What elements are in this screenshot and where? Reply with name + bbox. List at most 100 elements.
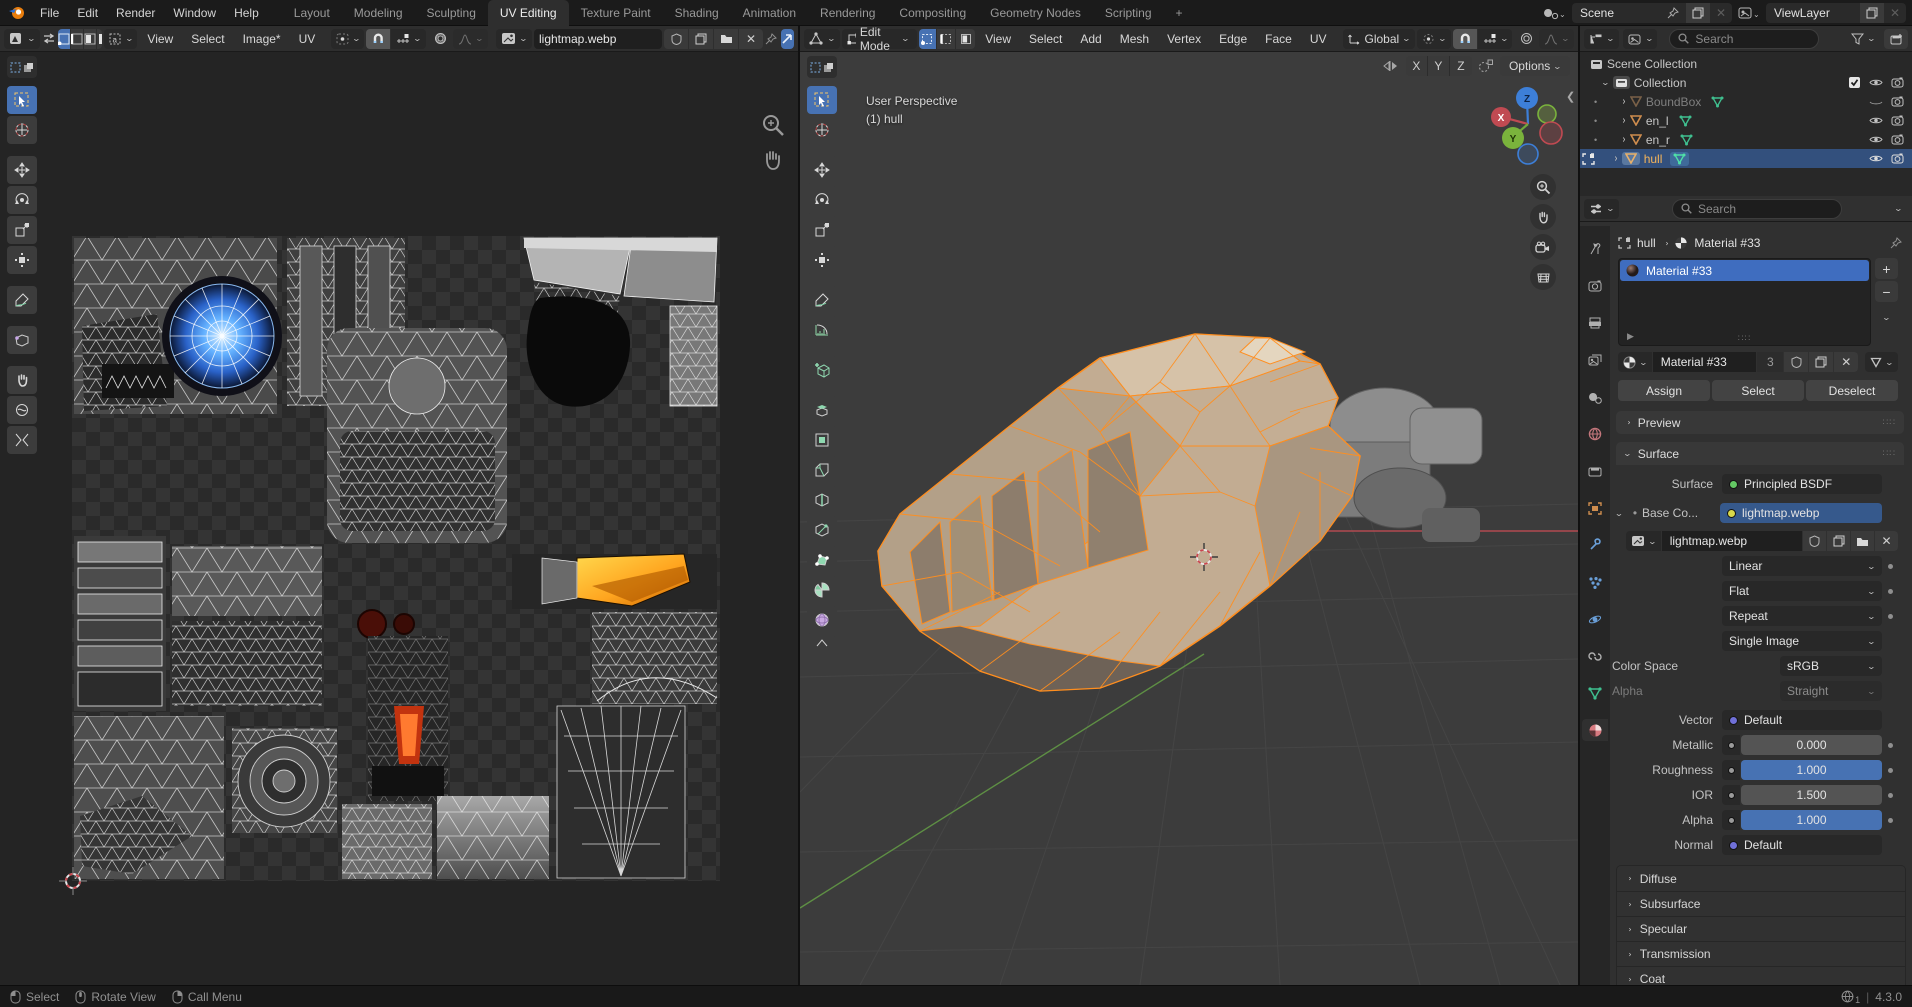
browse-material-dropdown[interactable]: ⌄ (1618, 352, 1652, 372)
properties-editor-type-dropdown[interactable]: ⌄ (1584, 199, 1619, 219)
source-dropdown[interactable]: Single Image⌄ (1722, 631, 1882, 651)
properties-pin-icon[interactable] (1890, 237, 1902, 249)
uv-menu-image[interactable]: Image* (235, 27, 289, 51)
uv-pivot-dropdown[interactable]: ⌄ (331, 29, 365, 49)
metallic-socket[interactable] (1722, 735, 1740, 755)
vp-tool-knife[interactable] (807, 516, 837, 544)
mirror-y-button[interactable]: Y (1428, 56, 1450, 76)
delete-scene-icon[interactable]: ✕ (1710, 3, 1732, 23)
uv-tool-rip-region[interactable] (7, 326, 37, 354)
options-dropdown[interactable]: Options⌄ (1500, 56, 1570, 76)
tab-compositing[interactable]: Compositing (887, 0, 978, 26)
vp-tool-inset[interactable] (807, 426, 837, 454)
uv-zoom-gizmo[interactable] (760, 112, 786, 138)
tab-output[interactable] (1582, 312, 1608, 334)
vp-menu-vertex[interactable]: Vertex (1159, 27, 1209, 51)
alpha-mode-dropdown[interactable]: Straight⌄ (1780, 681, 1882, 701)
proportional-edit-toggle[interactable] (1514, 29, 1538, 49)
vp-menu-select[interactable]: Select (1021, 27, 1070, 51)
pin-icon[interactable] (1660, 3, 1686, 23)
image-copy-button[interactable] (1827, 531, 1850, 551)
metallic-slider[interactable]: 0.000 (1741, 735, 1882, 755)
material-link-dropdown[interactable]: ⌄ (1865, 352, 1898, 372)
interpolation-dropdown[interactable]: Linear⌄ (1722, 556, 1882, 576)
material-fake-user-button[interactable] (1784, 352, 1808, 372)
color-space-dropdown[interactable]: sRGB⌄ (1780, 656, 1882, 676)
en-r-hide-icon[interactable] (1869, 134, 1883, 145)
hull-hide-icon[interactable] (1869, 153, 1883, 164)
scene-selector[interactable]: Scene ✕ (1572, 3, 1732, 23)
tab-constraints[interactable] (1582, 645, 1608, 667)
outliner-filter-dropdown[interactable]: ⌄ (1846, 29, 1880, 49)
tab-collection[interactable] (1582, 460, 1608, 482)
slot-list-filter-toggle[interactable]: ▶ (1627, 331, 1634, 342)
uv-canvas[interactable] (0, 52, 798, 985)
uv-snap-with-dropdown[interactable]: ⌄ (391, 29, 426, 49)
pivot-point-dropdown[interactable]: ⌄ (1417, 29, 1451, 49)
vp-tool-scale[interactable] (807, 216, 837, 244)
vp-tool-header[interactable] (807, 56, 837, 78)
breadcrumb-material[interactable]: Material #33 (1694, 236, 1760, 250)
browse-image-dropdown[interactable]: ⌄ (1626, 531, 1661, 551)
outliner-row-boundbox[interactable]: • ⌄ BoundBox (1580, 92, 1912, 111)
uv-sticky-select-dropdown[interactable]: a⌄ (104, 29, 138, 49)
uv-tool-pinch[interactable] (7, 426, 37, 454)
alpha-socket[interactable] (1722, 810, 1740, 830)
outliner-row-collection[interactable]: ⌄ Collection (1580, 73, 1912, 92)
roughness-socket[interactable] (1722, 760, 1740, 780)
boundbox-hide-icon[interactable] (1869, 96, 1883, 107)
tab-rendering[interactable]: Rendering (808, 0, 887, 26)
menu-render[interactable]: Render (107, 0, 164, 26)
outliner-row-en-r[interactable]: • ⌄ en_r (1580, 130, 1912, 149)
vp-menu-mesh[interactable]: Mesh (1112, 27, 1157, 51)
tab-scripting[interactable]: Scripting (1093, 0, 1164, 26)
uv-tool-move[interactable] (7, 156, 37, 184)
menu-edit[interactable]: Edit (68, 0, 107, 26)
transmission-panel[interactable]: ⌄Transmission (1617, 941, 1905, 966)
uv-editor-type-dropdown[interactable]: ⌄ (4, 29, 40, 49)
uv-tool-header[interactable] (7, 56, 37, 78)
material-copy-button[interactable] (1809, 352, 1833, 372)
new-collection-button[interactable] (1884, 29, 1908, 49)
uv-sync-select-toggle[interactable] (42, 29, 56, 49)
tab-geometry-nodes[interactable]: Geometry Nodes (978, 0, 1093, 26)
uv-image-open-folder-icon[interactable] (714, 29, 738, 49)
vp-tool-extrude[interactable] (807, 396, 837, 424)
menu-help[interactable]: Help (225, 0, 268, 26)
vp-tool-smooth[interactable] (807, 606, 837, 634)
remove-material-slot-button[interactable]: − (1875, 281, 1898, 302)
base-color-field[interactable]: lightmap.webp (1720, 503, 1882, 523)
slot-list-resize-grip[interactable]: ∷∷ (1738, 333, 1751, 344)
alpha-slider[interactable]: 1.000 (1741, 810, 1882, 830)
vp-menu-add[interactable]: Add (1072, 27, 1109, 51)
vp-tool-transform[interactable] (807, 246, 837, 274)
add-material-slot-button[interactable]: + (1875, 258, 1898, 279)
properties-search-input[interactable]: Search (1672, 199, 1842, 219)
menu-file[interactable]: File (31, 0, 68, 26)
select-mode-face-button[interactable] (956, 29, 975, 49)
uv-tool-grab[interactable] (7, 366, 37, 394)
new-viewlayer-icon[interactable] (1860, 3, 1884, 23)
uv-image-name-field[interactable]: lightmap.webp (534, 29, 662, 49)
outliner-editor-type-dropdown[interactable]: ⌄ (1584, 29, 1619, 49)
uv-tool-relax[interactable] (7, 396, 37, 424)
vp-tool-bevel[interactable] (807, 456, 837, 484)
viewport-zoom-button[interactable] (1530, 174, 1556, 200)
boundbox-render-icon[interactable] (1891, 96, 1904, 107)
snap-toggle[interactable] (1453, 29, 1477, 49)
select-mode-edge-button[interactable] (937, 29, 956, 49)
vp-tool-poly-build[interactable] (807, 546, 837, 574)
vp-tool-cursor[interactable] (807, 116, 837, 144)
tab-world[interactable] (1582, 423, 1608, 445)
viewport-pan-button[interactable] (1530, 204, 1556, 230)
tab-material[interactable] (1582, 719, 1608, 741)
tab-animation[interactable]: Animation (731, 0, 808, 26)
subsurface-panel[interactable]: ⌄Subsurface (1617, 891, 1905, 916)
uv-menu-select[interactable]: Select (183, 27, 232, 51)
vector-field[interactable]: Default (1722, 710, 1882, 730)
surface-shader-field[interactable]: Principled BSDF (1722, 474, 1882, 494)
material-slot-row[interactable]: Material #33 (1620, 260, 1869, 281)
mirror-z-button[interactable]: Z (1450, 56, 1472, 76)
diffuse-panel[interactable]: ⌄Diffuse (1617, 866, 1905, 891)
tab-sculpting[interactable]: Sculpting (415, 0, 488, 26)
